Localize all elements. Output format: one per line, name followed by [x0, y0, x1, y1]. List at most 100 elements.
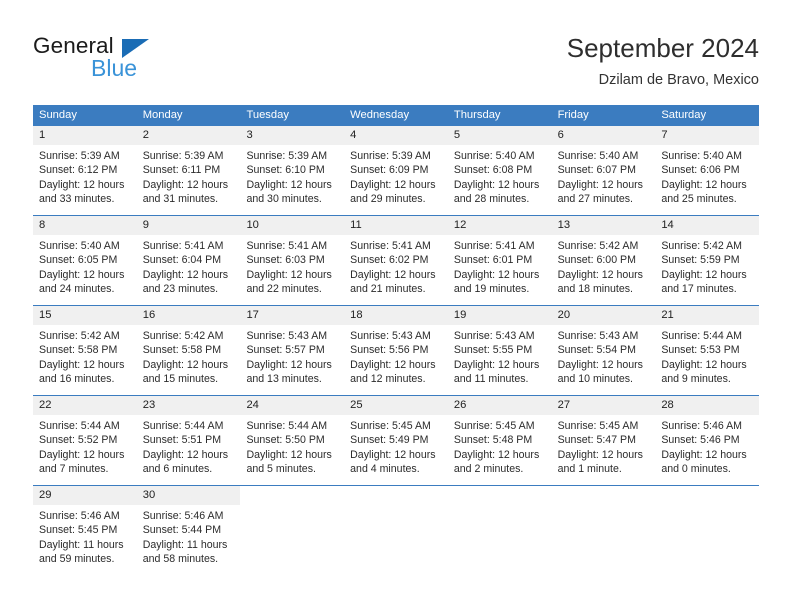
day-number-band: 7 [655, 126, 760, 145]
daylight-line-1: Daylight: 12 hours [661, 448, 747, 461]
day-cell[interactable]: 5 Sunrise: 5:40 AM Sunset: 6:08 PM Dayli… [447, 126, 552, 215]
sunrise-line: Sunrise: 5:46 AM [661, 420, 742, 432]
sunset-line: Sunset: 5:49 PM [350, 434, 429, 447]
daylight-line-1: Daylight: 12 hours [39, 448, 125, 461]
day-cell[interactable]: 6 Sunrise: 5:40 AM Sunset: 6:07 PM Dayli… [551, 126, 656, 215]
daylight-line-2: and 6 minutes. [142, 462, 213, 475]
sunrise-line: Sunrise: 5:40 AM [557, 150, 639, 162]
daylight-line-1: Daylight: 11 hours [142, 538, 228, 551]
day-cell[interactable]: 10 Sunrise: 5:41 AM Sunset: 6:03 PM Dayl… [240, 216, 345, 305]
day-cell[interactable]: 14 Sunrise: 5:42 AM Sunset: 5:59 PM Dayl… [655, 216, 760, 305]
day-number-band: 9 [136, 216, 241, 235]
day-cell[interactable]: 18 Sunrise: 5:43 AM Sunset: 5:56 PM Dayl… [344, 306, 448, 395]
day-cell[interactable]: 9 Sunrise: 5:41 AM Sunset: 6:04 PM Dayli… [136, 216, 241, 305]
day-cell[interactable]: 25 Sunrise: 5:45 AM Sunset: 5:49 PM Dayl… [344, 396, 448, 485]
day-cell[interactable]: 30 Sunrise: 5:46 AM Sunset: 5:44 PM Dayl… [136, 486, 241, 575]
logo-text-blue: Blue [91, 55, 138, 81]
day-number: 4 [350, 129, 357, 141]
day-cell[interactable]: 16 Sunrise: 5:42 AM Sunset: 5:58 PM Dayl… [136, 306, 241, 395]
sunset-line: Sunset: 6:01 PM [453, 254, 533, 267]
day-number-band: 5 [447, 126, 552, 145]
day-number: 18 [350, 309, 363, 321]
day-cell[interactable]: 23 Sunrise: 5:44 AM Sunset: 5:51 PM Dayl… [136, 396, 241, 485]
daylight-line-2: and 24 minutes. [39, 282, 115, 295]
day-number: 20 [557, 309, 571, 321]
daylight-line-2: and 17 minutes. [661, 282, 737, 295]
day-cell[interactable]: 4 Sunrise: 5:39 AM Sunset: 6:09 PM Dayli… [344, 126, 448, 215]
daylight-line-1: Daylight: 12 hours [142, 448, 229, 461]
daylight-line-2: and 15 minutes. [142, 372, 219, 385]
daylight-line-1: Daylight: 12 hours [350, 358, 436, 371]
day-number: 13 [557, 219, 571, 231]
day-details: Sunrise: 5:40 AM Sunset: 6:07 PM Dayligh… [552, 145, 656, 206]
day-number-band: 15 [33, 306, 137, 325]
weekday-saturday: Saturday [661, 109, 707, 121]
sunset-line: Sunset: 6:11 PM [142, 164, 221, 177]
daylight-line-1: Daylight: 12 hours [350, 448, 436, 461]
day-details: Sunrise: 5:41 AM Sunset: 6:01 PM Dayligh… [448, 235, 552, 296]
daylight-line-2: and 7 minutes. [39, 462, 109, 475]
day-number: 3 [246, 129, 253, 141]
daylight-line-1: Daylight: 12 hours [246, 358, 332, 371]
day-number: 10 [246, 219, 259, 231]
day-details: Sunrise: 5:46 AM Sunset: 5:45 PM Dayligh… [33, 505, 137, 566]
day-cell[interactable]: 19 Sunrise: 5:43 AM Sunset: 5:55 PM Dayl… [447, 306, 552, 395]
sunset-line: Sunset: 5:57 PM [246, 344, 325, 357]
daylight-line-1: Daylight: 12 hours [350, 268, 436, 281]
day-number-band [551, 486, 656, 505]
day-cell[interactable]: 28 Sunrise: 5:46 AM Sunset: 5:46 PM Dayl… [655, 396, 760, 485]
day-number-band: 16 [136, 306, 241, 325]
day-details: Sunrise: 5:39 AM Sunset: 6:10 PM Dayligh… [240, 145, 344, 206]
day-cell[interactable]: 27 Sunrise: 5:45 AM Sunset: 5:47 PM Dayl… [551, 396, 656, 485]
day-cell[interactable]: 29 Sunrise: 5:46 AM Sunset: 5:45 PM Dayl… [33, 486, 137, 575]
day-cell[interactable]: 1 Sunrise: 5:39 AM Sunset: 6:12 PM Dayli… [33, 126, 137, 215]
day-details: Sunrise: 5:43 AM Sunset: 5:54 PM Dayligh… [552, 325, 656, 386]
day-number-band: 28 [655, 396, 760, 415]
day-details: Sunrise: 5:43 AM Sunset: 5:56 PM Dayligh… [344, 325, 448, 386]
sunrise-line: Sunrise: 5:42 AM [557, 240, 639, 252]
day-cell[interactable]: 15 Sunrise: 5:42 AM Sunset: 5:58 PM Dayl… [33, 306, 137, 395]
sunset-line: Sunset: 5:58 PM [142, 344, 222, 357]
day-number-band: 6 [551, 126, 656, 145]
title-block: September 2024 Dzilam de Bravo, Mexico [567, 32, 759, 90]
day-cell[interactable]: 21 Sunrise: 5:44 AM Sunset: 5:53 PM Dayl… [655, 306, 760, 395]
daylight-line-2: and 27 minutes. [557, 192, 633, 205]
day-number-band: 22 [33, 396, 137, 415]
daylight-line-2: and 18 minutes. [557, 282, 633, 295]
day-cell[interactable]: 20 Sunrise: 5:43 AM Sunset: 5:54 PM Dayl… [551, 306, 656, 395]
day-cell[interactable]: 3 Sunrise: 5:39 AM Sunset: 6:10 PM Dayli… [240, 126, 345, 215]
weekday-thursday: Thursday [453, 109, 501, 121]
day-details: Sunrise: 5:41 AM Sunset: 6:03 PM Dayligh… [240, 235, 344, 296]
day-cell-empty [655, 486, 760, 575]
weekday-header-row: Sunday Monday Tuesday Wednesday Thursday… [33, 105, 759, 125]
general-blue-logo[interactable]: General Blue [33, 34, 263, 86]
day-cell[interactable]: 22 Sunrise: 5:44 AM Sunset: 5:52 PM Dayl… [33, 396, 137, 485]
day-cell[interactable]: 7 Sunrise: 5:40 AM Sunset: 6:06 PM Dayli… [655, 126, 760, 215]
daylight-line-1: Daylight: 12 hours [142, 178, 229, 191]
day-cell[interactable]: 8 Sunrise: 5:40 AM Sunset: 6:05 PM Dayli… [33, 216, 137, 305]
day-cell[interactable]: 2 Sunrise: 5:39 AM Sunset: 6:11 PM Dayli… [136, 126, 241, 215]
sunrise-line: Sunrise: 5:42 AM [142, 330, 224, 342]
daylight-line-1: Daylight: 12 hours [142, 268, 229, 281]
sunset-line: Sunset: 5:54 PM [557, 344, 636, 357]
daylight-line-2: and 58 minutes. [142, 552, 219, 565]
sunset-line: Sunset: 6:12 PM [39, 164, 118, 177]
day-cell[interactable]: 24 Sunrise: 5:44 AM Sunset: 5:50 PM Dayl… [240, 396, 345, 485]
day-cell[interactable]: 13 Sunrise: 5:42 AM Sunset: 6:00 PM Dayl… [551, 216, 656, 305]
day-cell[interactable]: 11 Sunrise: 5:41 AM Sunset: 6:02 PM Dayl… [344, 216, 448, 305]
day-cell[interactable]: 12 Sunrise: 5:41 AM Sunset: 6:01 PM Dayl… [447, 216, 552, 305]
weekday-sunday: Sunday [39, 109, 77, 121]
day-number: 17 [246, 309, 259, 321]
day-number-band [344, 486, 448, 505]
daylight-line-1: Daylight: 12 hours [350, 178, 436, 191]
day-number: 21 [661, 309, 674, 321]
day-number: 27 [557, 399, 571, 411]
day-number-band: 23 [136, 396, 241, 415]
daylight-line-2: and 2 minutes. [453, 462, 524, 475]
sunrise-line: Sunrise: 5:44 AM [246, 420, 328, 432]
day-number: 11 [350, 219, 362, 231]
day-cell[interactable]: 17 Sunrise: 5:43 AM Sunset: 5:57 PM Dayl… [240, 306, 345, 395]
day-cell[interactable]: 26 Sunrise: 5:45 AM Sunset: 5:48 PM Dayl… [447, 396, 552, 485]
day-details: Sunrise: 5:42 AM Sunset: 6:00 PM Dayligh… [552, 235, 656, 296]
sunset-line: Sunset: 5:50 PM [246, 434, 325, 447]
